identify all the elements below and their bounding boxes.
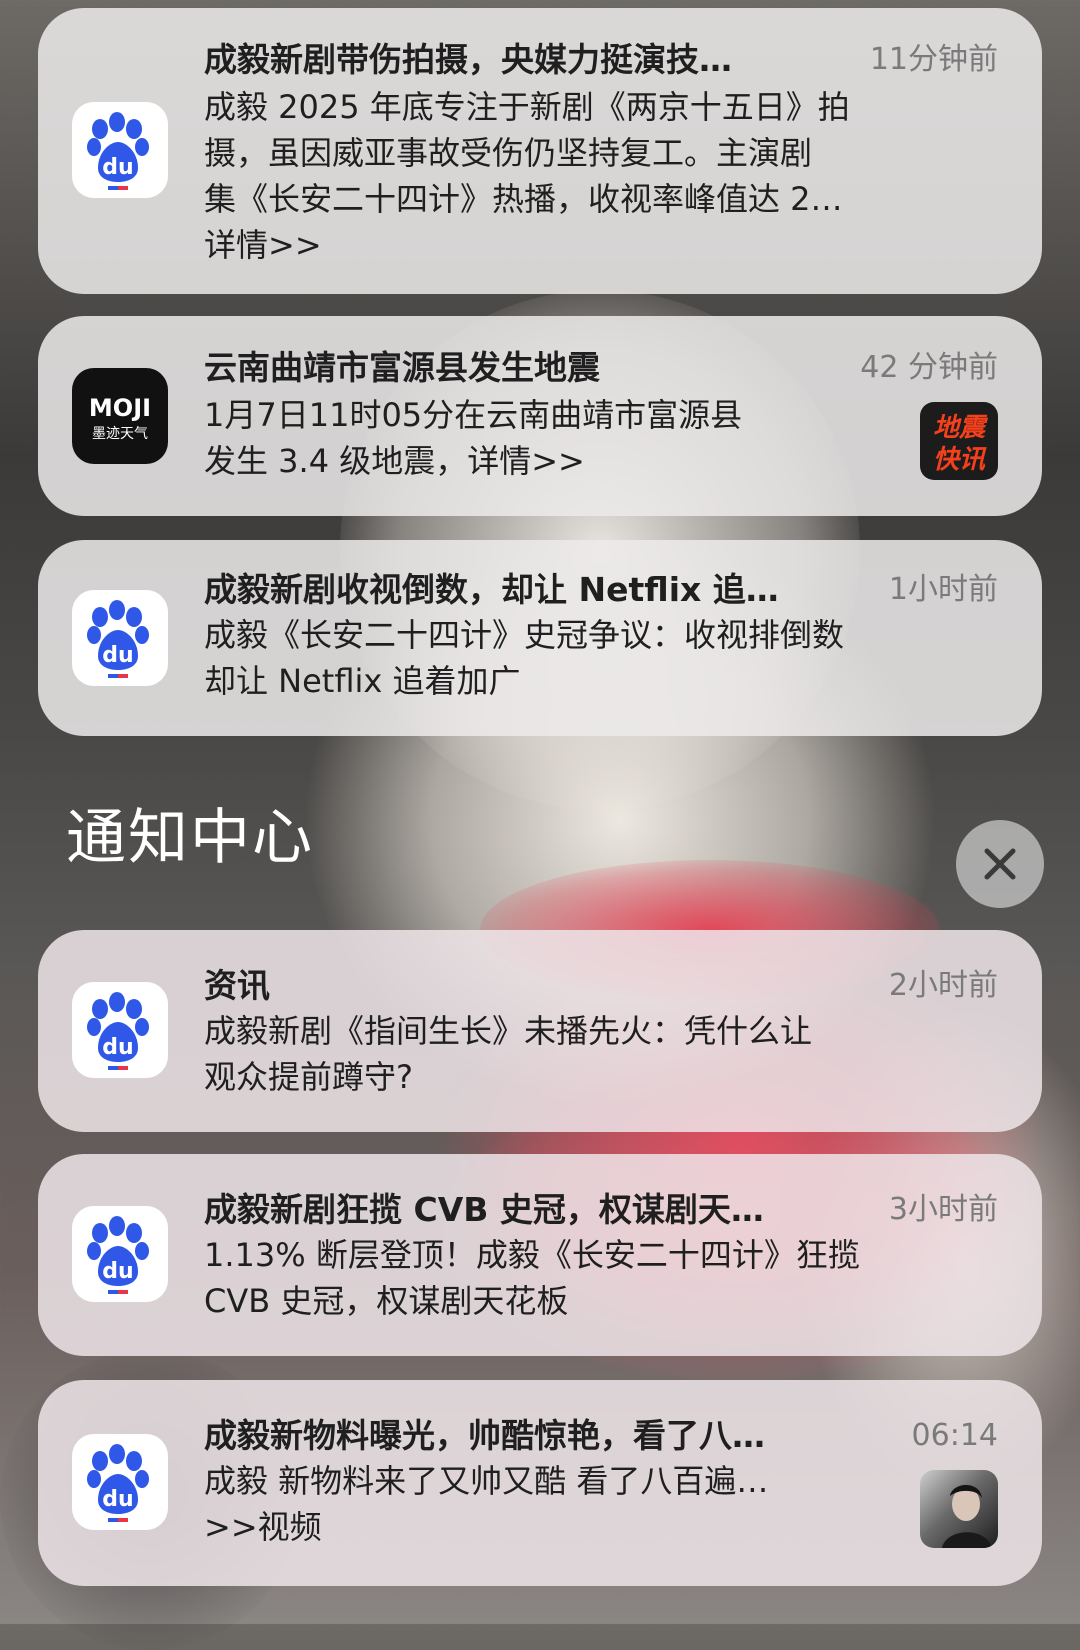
notification-card[interactable]: du 成毅新剧狂揽 CVB 史冠，权谋剧天… 3小时前 1.13% 断层登顶！成… (38, 1154, 1042, 1356)
baidu-app-icon: du (72, 1434, 168, 1530)
svg-text:快讯: 快讯 (933, 445, 987, 475)
svg-text:du: du (102, 1487, 133, 1512)
notification-time: 42 分钟前 (860, 350, 998, 385)
notification-card[interactable]: MOJI 墨迹天气 云南曲靖市富源县发生地震 42 分钟前 1月7日11时05分… (38, 316, 1042, 516)
notification-center-title: 通知中心 (66, 803, 314, 873)
baidu-app-icon: du (72, 102, 168, 198)
clear-notifications-button[interactable] (956, 820, 1044, 908)
svg-text:墨迹天气: 墨迹天气 (92, 426, 148, 442)
notification-title: 成毅新剧收视倒数，却让 Netflix 追… (204, 570, 779, 609)
notification-time: 11分钟前 (869, 42, 998, 77)
svg-text:du: du (102, 1035, 133, 1060)
notification-body: 1.13% 断层登顶！成毅《长安二十四计》狂揽 CVB 史冠，权谋剧天花板 (204, 1236, 860, 1320)
notification-time: 3小时前 (888, 1192, 998, 1227)
notification-title: 成毅新剧带伤拍摄，央媒力挺演技… (204, 40, 732, 79)
close-icon (984, 848, 1016, 880)
baidu-app-icon: du (72, 590, 168, 686)
notification-body: 成毅《长安二十四计》史冠争议：收视排倒数 却让 Netflix 追着加广 (204, 616, 845, 700)
notification-time: 2小时前 (888, 968, 998, 1003)
notification-title: 资讯 (204, 966, 270, 1005)
notification-body: 1月7日11时05分在云南曲靖市富源县 发生 3.4 级地震，详情>> (204, 396, 743, 480)
notification-card[interactable]: du 成毅新物料曝光，帅酷惊艳，看了八… 06:14 成毅 新物料来了又帅又酷 … (38, 1380, 1042, 1586)
svg-text:MOJI: MOJI (89, 394, 151, 422)
notification-body: 成毅新剧《指间生长》未播先火：凭什么让 观众提前蹲守? (204, 1012, 813, 1096)
video-thumbnail (920, 1470, 998, 1548)
notification-card[interactable]: du 资讯 2小时前 成毅新剧《指间生长》未播先火：凭什么让 观众提前蹲守? (38, 930, 1042, 1132)
notification-body: 成毅 新物料来了又帅又酷 看了八百遍… >>视频 (204, 1462, 769, 1546)
svg-text:地震: 地震 (933, 413, 989, 443)
baidu-app-icon: du (72, 1206, 168, 1302)
notification-title: 云南曲靖市富源县发生地震 (204, 348, 600, 387)
moji-weather-app-icon: MOJI 墨迹天气 (72, 368, 168, 464)
baidu-app-icon: du (72, 982, 168, 1078)
notification-body: 成毅 2025 年底专注于新剧《两京十五日》拍 摄，虽因威亚事故受伤仍坚持复工。… (204, 88, 850, 264)
notification-time: 06:14 (911, 1418, 998, 1453)
notification-card[interactable]: du 成毅新剧收视倒数，却让 Netflix 追… 1小时前 成毅《长安二十四计… (38, 540, 1042, 736)
svg-text:du: du (102, 1259, 133, 1284)
notification-title: 成毅新剧狂揽 CVB 史冠，权谋剧天… (204, 1190, 764, 1229)
earthquake-news-badge: 地震 快讯 (920, 402, 998, 480)
notification-title: 成毅新物料曝光，帅酷惊艳，看了八… (204, 1416, 765, 1455)
svg-text:du: du (102, 643, 133, 668)
notification-card[interactable]: du 成毅新剧带伤拍摄，央媒力挺演技… 11分钟前 成毅 2025 年底专注于新… (38, 8, 1042, 294)
notification-time: 1小时前 (888, 572, 998, 607)
svg-text:du: du (102, 155, 133, 180)
